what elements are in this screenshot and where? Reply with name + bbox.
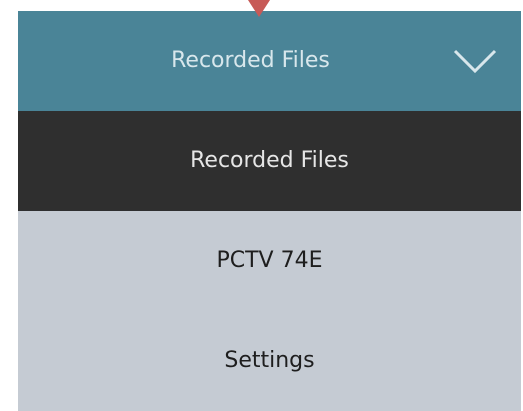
- source-dropdown: Recorded Files Recorded Files PCTV 74E S…: [18, 11, 521, 411]
- chevron-down-icon[interactable]: [451, 41, 499, 81]
- dropdown-selected-label: Recorded Files: [171, 48, 330, 73]
- menu-item-recorded-files[interactable]: Recorded Files: [18, 111, 521, 211]
- dropdown-toggle[interactable]: Recorded Files: [18, 11, 521, 111]
- menu-item-settings[interactable]: Settings: [18, 311, 521, 411]
- pointer-arrow-indicator: [248, 0, 270, 17]
- menu-item-pctv-74e[interactable]: PCTV 74E: [18, 211, 521, 311]
- dropdown-menu: Recorded Files PCTV 74E Settings: [18, 111, 521, 411]
